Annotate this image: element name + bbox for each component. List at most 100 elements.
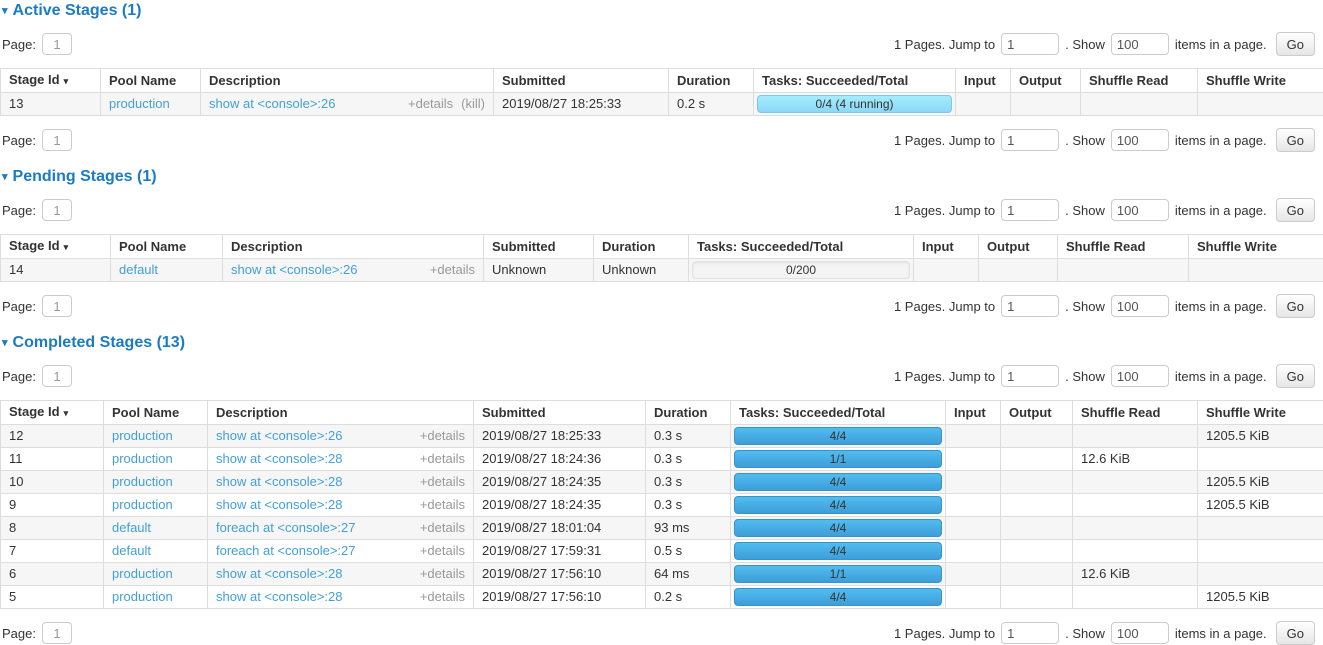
tasks-progress-label: 0/4 (4 running) bbox=[815, 97, 893, 111]
show-count-input[interactable] bbox=[1111, 129, 1169, 151]
column-header-output[interactable]: Output bbox=[979, 235, 1058, 259]
page-number-input[interactable] bbox=[42, 295, 72, 317]
pool-name-link[interactable]: production bbox=[112, 497, 173, 512]
column-header-submitted[interactable]: Submitted bbox=[484, 235, 594, 259]
column-header-description[interactable]: Description bbox=[223, 235, 484, 259]
pagination-controls: 1 Pages. Jump to. Showitems in a page.Go bbox=[894, 294, 1315, 318]
column-header-tasks[interactable]: Tasks: Succeeded/Total bbox=[731, 401, 946, 425]
details-link[interactable]: +details bbox=[420, 567, 465, 581]
column-header-submitted[interactable]: Submitted bbox=[474, 401, 646, 425]
column-header-output[interactable]: Output bbox=[1001, 401, 1073, 425]
details-link[interactable]: +details bbox=[408, 97, 453, 111]
go-button[interactable]: Go bbox=[1276, 198, 1315, 222]
stage-description-link[interactable]: foreach at <console>:27 bbox=[216, 544, 356, 558]
page-number-input[interactable] bbox=[42, 365, 72, 387]
stage-description-link[interactable]: show at <console>:28 bbox=[216, 452, 342, 466]
column-header-tasks[interactable]: Tasks: Succeeded/Total bbox=[689, 235, 914, 259]
stage-id-cell: 10 bbox=[1, 471, 104, 494]
details-link[interactable]: +details bbox=[420, 498, 465, 512]
page-label: Page: bbox=[2, 626, 36, 641]
stage-description-link[interactable]: show at <console>:26 bbox=[216, 429, 342, 443]
column-header-shuffle-read[interactable]: Shuffle Read bbox=[1073, 401, 1198, 425]
column-header-input[interactable]: Input bbox=[914, 235, 979, 259]
page-number-input[interactable] bbox=[42, 622, 72, 644]
page-number-input[interactable] bbox=[42, 199, 72, 221]
stage-description-link[interactable]: show at <console>:28 bbox=[216, 498, 342, 512]
jump-to-input[interactable] bbox=[1001, 199, 1059, 221]
jump-to-input[interactable] bbox=[1001, 129, 1059, 151]
details-link[interactable]: +details bbox=[430, 263, 475, 277]
pool-name-link[interactable]: default bbox=[119, 262, 158, 277]
pool-name-link[interactable]: production bbox=[109, 96, 170, 111]
show-count-input[interactable] bbox=[1111, 365, 1169, 387]
stage-description-link[interactable]: show at <console>:28 bbox=[216, 475, 342, 489]
go-button[interactable]: Go bbox=[1276, 128, 1315, 152]
column-header-pool-name[interactable]: Pool Name bbox=[104, 401, 208, 425]
stage-description-link[interactable]: show at <console>:28 bbox=[216, 590, 342, 604]
details-link[interactable]: +details bbox=[420, 475, 465, 489]
jump-to-input[interactable] bbox=[1001, 295, 1059, 317]
stage-description-link[interactable]: show at <console>:28 bbox=[216, 567, 342, 581]
column-header-submitted[interactable]: Submitted bbox=[494, 69, 669, 93]
pool-name-link[interactable]: production bbox=[112, 474, 173, 489]
details-link[interactable]: +details bbox=[420, 521, 465, 535]
details-link[interactable]: +details bbox=[420, 429, 465, 443]
page-number-input[interactable] bbox=[42, 129, 72, 151]
jump-to-input[interactable] bbox=[1001, 622, 1059, 644]
jump-to-input[interactable] bbox=[1001, 33, 1059, 55]
show-count-input[interactable] bbox=[1111, 295, 1169, 317]
pool-name-link[interactable]: default bbox=[112, 543, 151, 558]
column-header-input[interactable]: Input bbox=[956, 69, 1011, 93]
tasks-progress-label: 4/4 bbox=[830, 475, 847, 489]
pool-name-cell: production bbox=[101, 93, 201, 116]
section-title[interactable]: ▾Pending Stages (1) bbox=[2, 168, 1323, 186]
stage-row: 10 production show at <console>:28 +details… bbox=[1, 471, 1323, 494]
column-header-input[interactable]: Input bbox=[946, 401, 1001, 425]
pool-name-link[interactable]: default bbox=[112, 520, 151, 535]
column-header-stage-id[interactable]: Stage Id▾ bbox=[1, 235, 111, 259]
duration-cell: Unknown bbox=[594, 259, 689, 282]
column-header-output[interactable]: Output bbox=[1011, 69, 1081, 93]
column-header-shuffle-write[interactable]: Shuffle Write bbox=[1198, 69, 1323, 93]
description-cell: show at <console>:28 +details bbox=[208, 563, 474, 586]
pool-name-link[interactable]: production bbox=[112, 451, 173, 466]
section-title[interactable]: ▾Completed Stages (13) bbox=[2, 334, 1323, 352]
column-header-shuffle-write[interactable]: Shuffle Write bbox=[1198, 401, 1323, 425]
column-header-shuffle-write[interactable]: Shuffle Write bbox=[1189, 235, 1323, 259]
column-header-duration[interactable]: Duration bbox=[646, 401, 731, 425]
column-header-pool-name[interactable]: Pool Name bbox=[111, 235, 223, 259]
show-count-input[interactable] bbox=[1111, 622, 1169, 644]
stage-description-link[interactable]: show at <console>:26 bbox=[231, 263, 357, 277]
show-count-input[interactable] bbox=[1111, 33, 1169, 55]
pool-name-link[interactable]: production bbox=[112, 566, 173, 581]
jump-to-input[interactable] bbox=[1001, 365, 1059, 387]
show-count-input[interactable] bbox=[1111, 199, 1169, 221]
column-header-shuffle-read[interactable]: Shuffle Read bbox=[1081, 69, 1198, 93]
column-header-duration[interactable]: Duration bbox=[669, 69, 754, 93]
page-number-input[interactable] bbox=[42, 33, 72, 55]
go-button[interactable]: Go bbox=[1276, 364, 1315, 388]
kill-link[interactable]: (kill) bbox=[461, 97, 485, 111]
stage-description-link[interactable]: foreach at <console>:27 bbox=[216, 521, 356, 535]
details-link[interactable]: +details bbox=[420, 452, 465, 466]
details-link[interactable]: +details bbox=[420, 544, 465, 558]
section-title[interactable]: ▾Active Stages (1) bbox=[2, 2, 1323, 20]
pool-name-link[interactable]: production bbox=[112, 428, 173, 443]
column-header-label: Shuffle Read bbox=[1081, 405, 1160, 420]
column-header-stage-id[interactable]: Stage Id▾ bbox=[1, 69, 101, 93]
column-header-shuffle-read[interactable]: Shuffle Read bbox=[1058, 235, 1189, 259]
column-header-description[interactable]: Description bbox=[208, 401, 474, 425]
column-header-duration[interactable]: Duration bbox=[594, 235, 689, 259]
column-header-pool-name[interactable]: Pool Name bbox=[101, 69, 201, 93]
details-link[interactable]: +details bbox=[420, 590, 465, 604]
page-selector: Page: bbox=[2, 33, 72, 55]
column-header-stage-id[interactable]: Stage Id▾ bbox=[1, 401, 104, 425]
go-button[interactable]: Go bbox=[1276, 621, 1315, 645]
column-header-tasks[interactable]: Tasks: Succeeded/Total bbox=[754, 69, 956, 93]
go-button[interactable]: Go bbox=[1276, 32, 1315, 56]
column-header-description[interactable]: Description bbox=[201, 69, 494, 93]
stage-description-link[interactable]: show at <console>:26 bbox=[209, 97, 335, 111]
go-button[interactable]: Go bbox=[1276, 294, 1315, 318]
tasks-progress-cell: 4/4 bbox=[731, 540, 946, 563]
pool-name-link[interactable]: production bbox=[112, 589, 173, 604]
